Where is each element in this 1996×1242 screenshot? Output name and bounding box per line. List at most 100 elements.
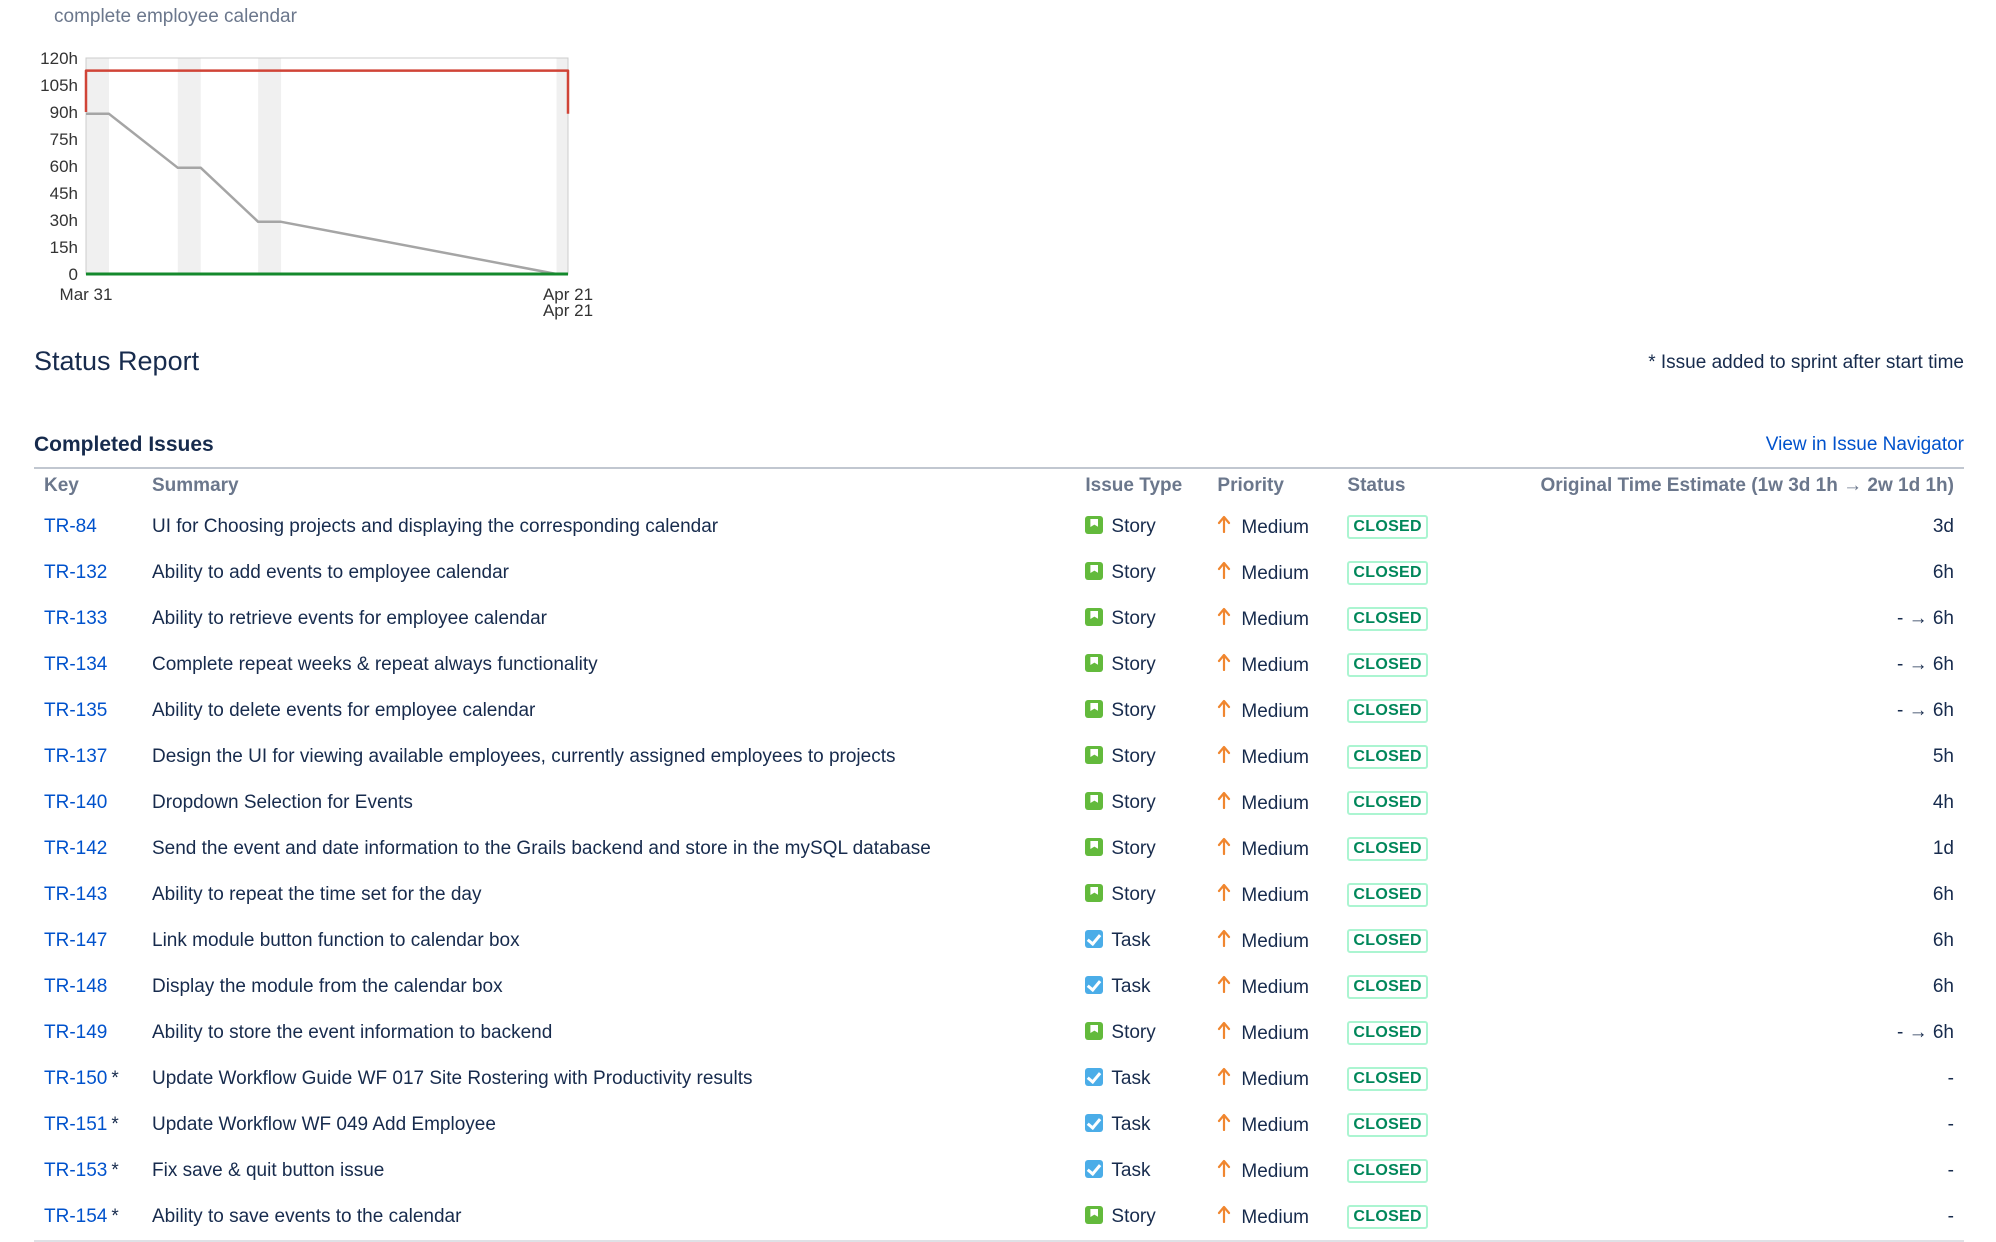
issue-summary: Update Workflow WF 049 Add Employee [152,1114,496,1135]
y-axis-tick-label: 30h [50,211,78,230]
table-row: TR-150 * Update Workflow Guide WF 017 Site… [34,1056,1964,1102]
issue-key-cell: TR-132 [34,550,142,596]
issue-rows: TR-84 UI for Choosing projects and displa… [34,504,1964,1241]
issue-type-label: Story [1111,792,1156,813]
added-after-start-note: * Issue added to sprint after start time [1648,352,1964,373]
priority-medium-arrow-icon [1218,561,1231,579]
status-lozenge: CLOSED [1347,653,1428,677]
issue-type-label: Story [1111,838,1156,859]
issue-priority-cell: Medium [1207,688,1337,734]
issue-key-cell: TR-140 [34,780,142,826]
y-axis-tick-label: 105h [40,76,78,95]
story-icon [1085,562,1104,580]
issue-priority-cell: Medium [1207,734,1337,780]
issue-original-estimate: 6h [1932,562,1954,583]
story-icon [1085,700,1104,718]
issue-key-link[interactable]: TR-142 [44,838,107,859]
issue-priority-cell: Medium [1207,550,1337,596]
table-header-row: Key Summary Issue Type Priority Status O… [34,468,1964,504]
issue-type-cell: Task [1075,1102,1207,1148]
issue-priority-cell: Medium [1207,918,1337,964]
table-row: TR-147 Link module button function to cal… [34,918,1964,964]
priority-medium-arrow-icon [1218,1113,1231,1131]
priority-medium-arrow-icon [1218,1205,1231,1223]
issue-key-link[interactable]: TR-137 [44,746,107,767]
issue-priority-cell: Medium [1207,872,1337,918]
view-in-issue-navigator-link[interactable]: View in Issue Navigator [1766,434,1964,456]
issue-original-estimate: - [1947,1160,1954,1181]
issue-key-link[interactable]: TR-153 [44,1160,107,1181]
issue-type-label: Story [1111,516,1156,537]
issue-key-link[interactable]: TR-148 [44,976,107,997]
issue-priority-label: Medium [1241,1207,1309,1228]
issue-priority-label: Medium [1241,701,1309,722]
issue-summary: Send the event and date information to t… [152,838,931,859]
issue-status-cell: CLOSED [1337,596,1457,642]
issue-status-cell: CLOSED [1337,642,1457,688]
issue-key-link[interactable]: TR-154 [44,1206,107,1227]
issue-status-cell: CLOSED [1337,1010,1457,1056]
issue-status-cell: CLOSED [1337,550,1457,596]
issue-type-label: Task [1111,1114,1151,1135]
issue-key-link[interactable]: TR-84 [44,516,97,537]
issue-summary: Ability to retrieve events for employee … [152,608,547,629]
issue-key-link[interactable]: TR-132 [44,562,107,583]
issue-key-link[interactable]: TR-134 [44,654,107,675]
story-icon [1085,792,1104,810]
issue-priority-label: Medium [1241,563,1309,584]
story-icon [1085,1206,1104,1224]
issue-key-link[interactable]: TR-135 [44,700,107,721]
issue-priority-cell: Medium [1207,1148,1337,1194]
issue-priority-cell: Medium [1207,964,1337,1010]
issue-type-cell: Story [1075,780,1207,826]
story-icon [1085,608,1104,626]
story-icon [1085,654,1104,672]
status-lozenge: CLOSED [1347,515,1428,539]
story-icon [1085,884,1104,902]
issue-priority-label: Medium [1241,609,1309,630]
remaining-work-line [86,112,557,276]
story-icon [1085,746,1104,764]
issue-original-estimate: - → 6h [1896,700,1954,721]
priority-medium-arrow-icon [1218,1021,1231,1039]
y-axis-tick-label: 15h [50,238,78,257]
issue-original-estimate: - → 6h [1896,654,1954,675]
added-after-start-marker: * [111,1160,119,1181]
issue-summary: Ability to save events to the calendar [152,1206,462,1227]
issue-summary: Fix save & quit button issue [152,1160,385,1181]
issue-key-link[interactable]: TR-151 [44,1114,107,1135]
table-row: TR-134 Complete repeat weeks & repeat alw… [34,642,1964,688]
table-row: TR-153 * Fix save & quit button issue Task M… [34,1148,1964,1194]
status-lozenge: CLOSED [1347,883,1428,907]
table-row: TR-140 Dropdown Selection for Events Story… [34,780,1964,826]
issue-key-cell: TR-133 [34,596,142,642]
status-lozenge: CLOSED [1347,837,1428,861]
priority-medium-arrow-icon [1218,837,1231,855]
issue-type-label: Story [1111,1022,1156,1043]
issue-status-cell: CLOSED [1337,1148,1457,1194]
issue-type-label: Task [1111,1160,1151,1181]
priority-medium-arrow-icon [1218,607,1231,625]
issue-original-estimate: 1d [1932,838,1954,859]
issue-key-cell: TR-84 [34,504,142,550]
issue-key-link[interactable]: TR-149 [44,1022,107,1043]
priority-medium-arrow-icon [1218,791,1231,809]
issue-key-link[interactable]: TR-133 [44,608,107,629]
issue-priority-label: Medium [1241,977,1309,998]
x-axis-tick-label: Apr 21 [543,301,593,320]
status-lozenge: CLOSED [1347,561,1428,585]
issue-key-link[interactable]: TR-140 [44,792,107,813]
issue-key-link[interactable]: TR-143 [44,884,107,905]
table-row: TR-84 UI for Choosing projects and displa… [34,504,1964,550]
status-report-title: Status Report [34,346,200,376]
story-icon [1085,516,1104,534]
table-row: TR-135 Ability to delete events for emplo… [34,688,1964,734]
issue-priority-label: Medium [1241,747,1309,768]
table-row: TR-137 Design the UI for viewing availabl… [34,734,1964,780]
issue-key-link[interactable]: TR-150 [44,1068,107,1089]
issue-type-cell: Story [1075,642,1207,688]
table-row: TR-133 Ability to retrieve events for emp… [34,596,1964,642]
issue-summary: Ability to delete events for employee ca… [152,700,536,721]
status-lozenge: CLOSED [1347,607,1428,631]
issue-key-link[interactable]: TR-147 [44,930,107,951]
